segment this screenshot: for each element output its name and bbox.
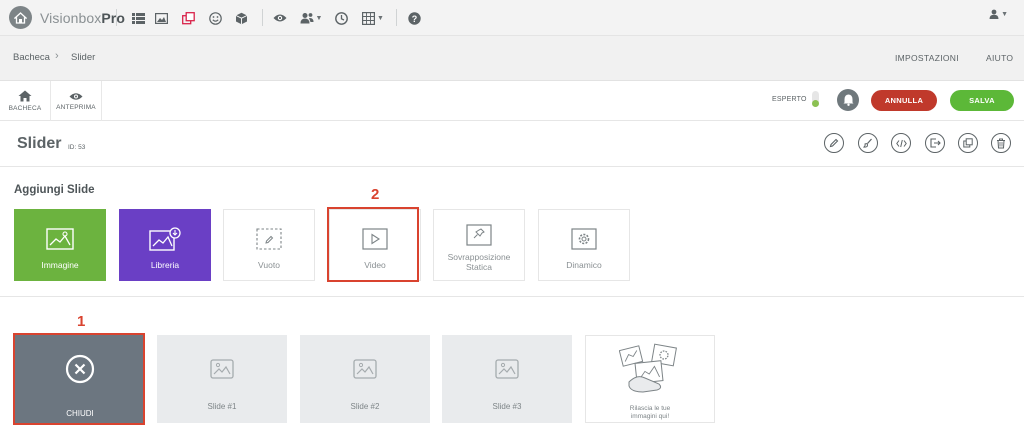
video-highlight-box — [327, 207, 419, 282]
preview-label: ANTEPRIMA — [56, 103, 96, 111]
svg-text:?: ? — [411, 14, 417, 24]
add-empty-tile[interactable]: Vuoto — [223, 209, 315, 281]
add-image-tile[interactable]: Immagine — [14, 209, 106, 281]
style-button[interactable] — [858, 133, 878, 153]
preview-button[interactable]: ANTEPRIMA — [51, 81, 101, 121]
user-icon — [989, 9, 999, 19]
settings-link[interactable]: IMPOSTAZIONI — [895, 53, 959, 63]
copy-icon — [963, 138, 973, 148]
add-library-label: Libreria — [150, 260, 180, 270]
page-id: ID: 53 — [68, 144, 86, 151]
layers-icon[interactable] — [178, 8, 198, 28]
expert-mode-label: ESPERTO — [772, 96, 807, 103]
slide-label: Slide #3 — [492, 402, 522, 411]
dashboard-button[interactable]: BACHECA — [0, 81, 50, 121]
add-slide-title: Aggiungi Slide — [14, 184, 95, 196]
slide-thumbnail[interactable]: Slide #1 — [157, 335, 287, 423]
breadcrumb-item-slider: Slider — [71, 52, 96, 63]
slide-label: Slide #2 — [350, 402, 380, 411]
add-dynamic-label: Dinamico — [566, 260, 602, 270]
add-static-overlay-tile[interactable]: Sovrapposizione Statica — [433, 209, 525, 281]
smile-icon[interactable] — [205, 8, 225, 28]
save-button[interactable]: SALVA — [950, 90, 1014, 111]
add-static-overlay-label: Sovrapposizione Statica — [447, 252, 511, 272]
clock-icon[interactable] — [331, 8, 351, 28]
chevron-down-icon: ▼ — [377, 14, 384, 22]
top-app-bar: VisionboxPro ▼ ▼ ? ▼ — [0, 0, 1024, 36]
gear-icon — [571, 228, 597, 250]
slide-label: Slide #1 — [207, 402, 237, 411]
eye-icon — [69, 92, 83, 100]
duplicate-button[interactable] — [958, 133, 978, 153]
annotation-number-2: 2 — [371, 186, 380, 203]
slide-thumbnail[interactable]: Slide #3 — [442, 335, 572, 423]
image-icon — [46, 228, 74, 250]
help-icon[interactable]: ? — [404, 8, 424, 28]
bell-icon — [843, 94, 853, 106]
code-button[interactable] — [891, 133, 911, 153]
empty-slide-icon — [256, 228, 282, 250]
export-button[interactable] — [925, 133, 945, 153]
chevron-down-icon: ▼ — [1001, 10, 1008, 18]
chevron-right-icon: › — [55, 50, 59, 62]
dashboard-label: BACHECA — [8, 105, 42, 112]
brush-icon — [863, 138, 872, 148]
delete-button[interactable] — [991, 133, 1011, 153]
trash-icon — [997, 138, 1005, 148]
image-placeholder-icon — [210, 359, 234, 379]
list-icon[interactable] — [128, 8, 148, 28]
box-icon[interactable] — [231, 8, 251, 28]
add-image-label: Immagine — [41, 260, 79, 270]
grid-icon[interactable]: ▼ — [361, 8, 385, 28]
user-menu[interactable]: ▼ — [989, 9, 1008, 19]
home-logo-icon[interactable] — [9, 6, 32, 29]
code-icon — [895, 139, 907, 147]
breadcrumb: Bacheca › Slider IMPOSTAZIONI AIUTO — [0, 36, 1024, 81]
notifications-button[interactable] — [837, 89, 859, 111]
close-highlight-box — [13, 333, 145, 425]
chevron-down-icon: ▼ — [315, 14, 323, 22]
help-link[interactable]: AIUTO — [986, 53, 1013, 63]
pencil-icon — [829, 138, 839, 148]
annotation-number-1: 1 — [77, 313, 86, 330]
section-divider — [0, 296, 1024, 297]
add-dynamic-tile[interactable]: Dinamico — [538, 209, 630, 281]
image-placeholder-icon — [353, 359, 377, 379]
pin-icon — [466, 224, 492, 246]
app-brand: VisionboxPro — [40, 10, 125, 26]
page-title: Slider — [17, 135, 62, 152]
image-placeholder-icon — [495, 359, 519, 379]
slide-thumbnail[interactable]: Slide #2 — [300, 335, 430, 423]
cancel-button[interactable]: ANNULLA — [871, 90, 937, 111]
image-drop-zone[interactable]: Rilascia le tue immagini qui! — [585, 335, 715, 423]
add-library-tile[interactable]: Libreria — [119, 209, 211, 281]
eye-icon[interactable] — [270, 8, 290, 28]
edit-button[interactable] — [824, 133, 844, 153]
drop-zone-label: Rilascia le tue immagini qui! — [629, 405, 671, 420]
drop-images-icon — [618, 343, 677, 393]
add-empty-label: Vuoto — [258, 260, 280, 270]
users-icon[interactable]: ▼ — [298, 8, 324, 28]
home-icon — [18, 90, 32, 102]
image-library-icon — [149, 227, 181, 251]
image-icon[interactable] — [151, 8, 171, 28]
breadcrumb-item-bacheca[interactable]: Bacheca — [13, 52, 50, 63]
export-icon — [929, 138, 941, 148]
expert-mode-toggle[interactable] — [812, 91, 819, 107]
